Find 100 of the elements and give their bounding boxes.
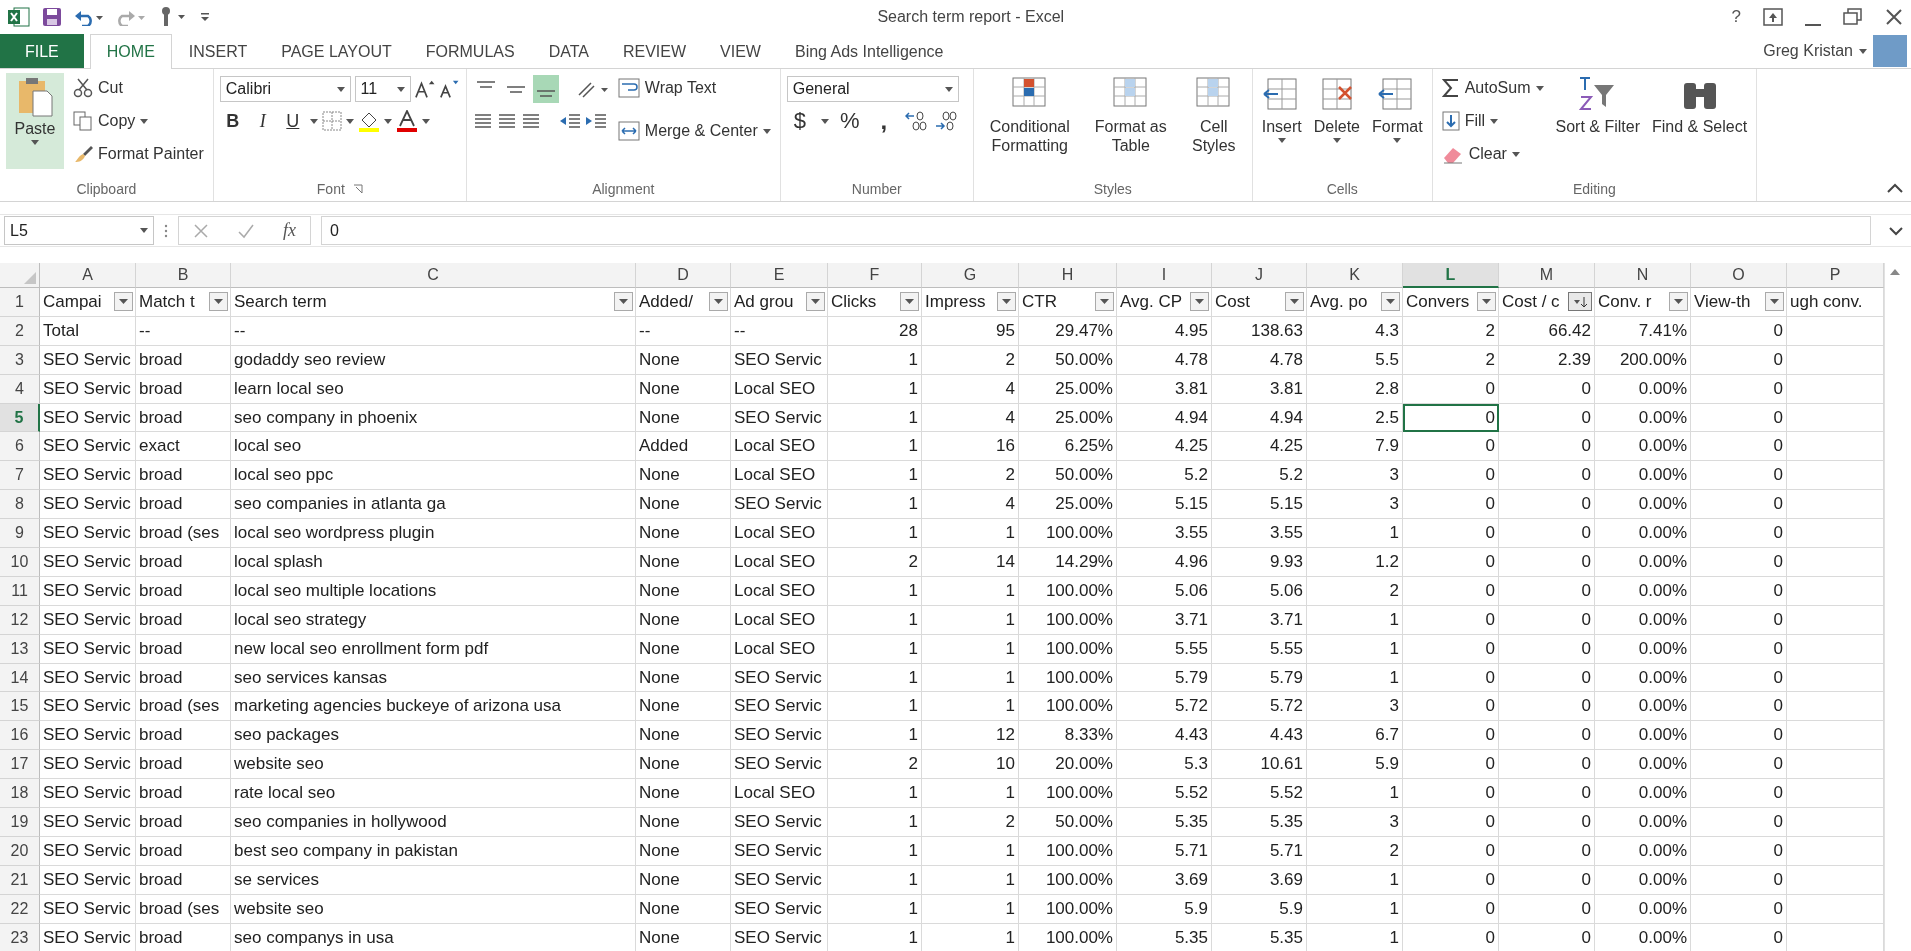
row-number[interactable]: 15 [0, 692, 40, 722]
formula-input[interactable]: 0 [321, 216, 1871, 245]
row-number[interactable]: 1 [0, 288, 40, 317]
filter-button[interactable] [1381, 292, 1400, 312]
row-number[interactable]: 22 [0, 894, 40, 924]
comma-style-button[interactable]: , [870, 107, 897, 135]
filter-button[interactable] [1765, 292, 1784, 312]
table-cell: 1 [828, 692, 922, 722]
row-number[interactable]: 21 [0, 865, 40, 895]
column-header[interactable]: M [1499, 263, 1595, 288]
column-header[interactable]: K [1307, 263, 1403, 288]
styles-button[interactable]: Conditional Formatting [979, 73, 1080, 177]
filter-button[interactable] [997, 292, 1016, 312]
column-header[interactable]: I [1117, 263, 1212, 288]
row-number[interactable]: 12 [0, 605, 40, 635]
column-header[interactable]: N [1595, 263, 1691, 288]
sort-filter-button[interactable]: Sort & Filter [1552, 73, 1643, 177]
row-number[interactable]: 8 [0, 490, 40, 520]
clear-button[interactable]: Clear [1438, 139, 1547, 169]
currency-button[interactable]: $ [786, 107, 813, 135]
row-number[interactable]: 20 [0, 836, 40, 866]
filter-button[interactable] [1095, 292, 1114, 312]
autosum-button[interactable]: AutoSum [1438, 73, 1547, 103]
filter-button[interactable] [614, 292, 633, 312]
name-box[interactable]: L5 [4, 216, 154, 245]
row-number[interactable]: 14 [0, 663, 40, 693]
cells-button[interactable]: Delete [1310, 73, 1363, 177]
font-name-field[interactable]: Calibri [219, 76, 351, 102]
table-cell: 20.00% [1019, 750, 1117, 780]
bold-button[interactable]: B [219, 107, 246, 135]
format-painter-button[interactable]: Format Painter [70, 139, 207, 169]
decrease-decimal-icon [934, 111, 957, 131]
filter-button[interactable] [1477, 292, 1496, 312]
italic-button[interactable]: I [249, 107, 276, 135]
table-cell: broad [136, 490, 231, 520]
filter-button[interactable] [114, 292, 133, 312]
row-number[interactable]: 17 [0, 750, 40, 780]
ribbon-tab[interactable]: FORMULAS [408, 34, 532, 68]
ribbon-tab[interactable]: REVIEW [605, 34, 704, 68]
column-header[interactable]: E [731, 263, 828, 288]
ribbon-tab[interactable]: Bing Ads Intelligence [777, 34, 961, 68]
row-number[interactable]: 9 [0, 519, 40, 548]
table-cell: 0 [1499, 692, 1595, 722]
row-number[interactable]: 19 [0, 808, 40, 837]
column-header[interactable]: D [636, 263, 731, 288]
row-number[interactable]: 16 [0, 721, 40, 751]
paste-button[interactable]: Paste [6, 73, 64, 169]
column-header[interactable]: O [1691, 263, 1787, 288]
ribbon-tab[interactable]: HOME [89, 34, 172, 69]
row-number[interactable]: 6 [0, 432, 40, 462]
ribbon-tab[interactable]: VIEW [703, 34, 778, 68]
column-header[interactable]: P [1787, 263, 1884, 288]
row-number[interactable]: 23 [0, 923, 40, 951]
column-header[interactable]: F [828, 263, 922, 288]
vertical-align-button[interactable] [532, 75, 559, 103]
column-header[interactable]: L [1403, 263, 1499, 288]
filter-button[interactable] [1568, 292, 1592, 312]
row-number[interactable]: 2 [0, 316, 40, 346]
filter-button[interactable] [1669, 292, 1688, 312]
ribbon-tab[interactable]: DATA [531, 34, 606, 68]
user-name[interactable]: Greg Kristan [1763, 42, 1853, 60]
styles-button[interactable]: Format as Table [1085, 73, 1176, 177]
row-number[interactable]: 13 [0, 634, 40, 664]
filter-button[interactable] [209, 292, 228, 312]
underline-button[interactable]: U [279, 107, 306, 135]
wrap-text-button[interactable]: Wrap Text [614, 73, 774, 103]
column-header[interactable]: B [136, 263, 231, 288]
column-header[interactable]: C [231, 263, 636, 288]
merge-center-button[interactable]: Merge & Center [614, 116, 774, 146]
ribbon-tab[interactable]: FILE [0, 34, 84, 68]
filter-button[interactable] [900, 292, 919, 312]
help-button[interactable]: ? [1731, 7, 1741, 27]
cells-button[interactable]: Insert [1258, 73, 1305, 177]
cut-button[interactable]: Cut [70, 73, 207, 103]
row-number[interactable]: 18 [0, 779, 40, 809]
row-number[interactable]: 11 [0, 576, 40, 606]
font-size-field[interactable]: 11 [354, 76, 411, 102]
column-header[interactable]: G [922, 263, 1019, 288]
row-number[interactable]: 4 [0, 374, 40, 404]
column-header[interactable]: A [40, 263, 136, 288]
filter-button[interactable] [1285, 292, 1304, 312]
find-select-button[interactable]: Find & Select [1648, 73, 1751, 177]
percent-button[interactable]: % [836, 107, 863, 135]
filter-button[interactable] [806, 292, 825, 312]
column-header[interactable]: J [1212, 263, 1307, 288]
ribbon-tab[interactable]: INSERT [171, 34, 265, 68]
ribbon-tab[interactable]: PAGE LAYOUT [264, 34, 409, 68]
row-number[interactable]: 10 [0, 548, 40, 577]
fill-button[interactable]: Fill [1438, 106, 1547, 136]
styles-button[interactable]: Cell Styles [1181, 73, 1246, 177]
row-number[interactable]: 5 [0, 403, 40, 433]
row-number[interactable]: 7 [0, 461, 40, 491]
cells-button[interactable]: Format [1369, 73, 1426, 177]
filter-button[interactable] [709, 292, 728, 312]
insert-function-button[interactable]: fx [283, 220, 296, 241]
filter-button[interactable] [1190, 292, 1209, 312]
row-number[interactable]: 3 [0, 345, 40, 375]
number-format-field[interactable]: General [786, 76, 959, 102]
column-header[interactable]: H [1019, 263, 1117, 288]
copy-button[interactable]: Copy [70, 106, 207, 136]
